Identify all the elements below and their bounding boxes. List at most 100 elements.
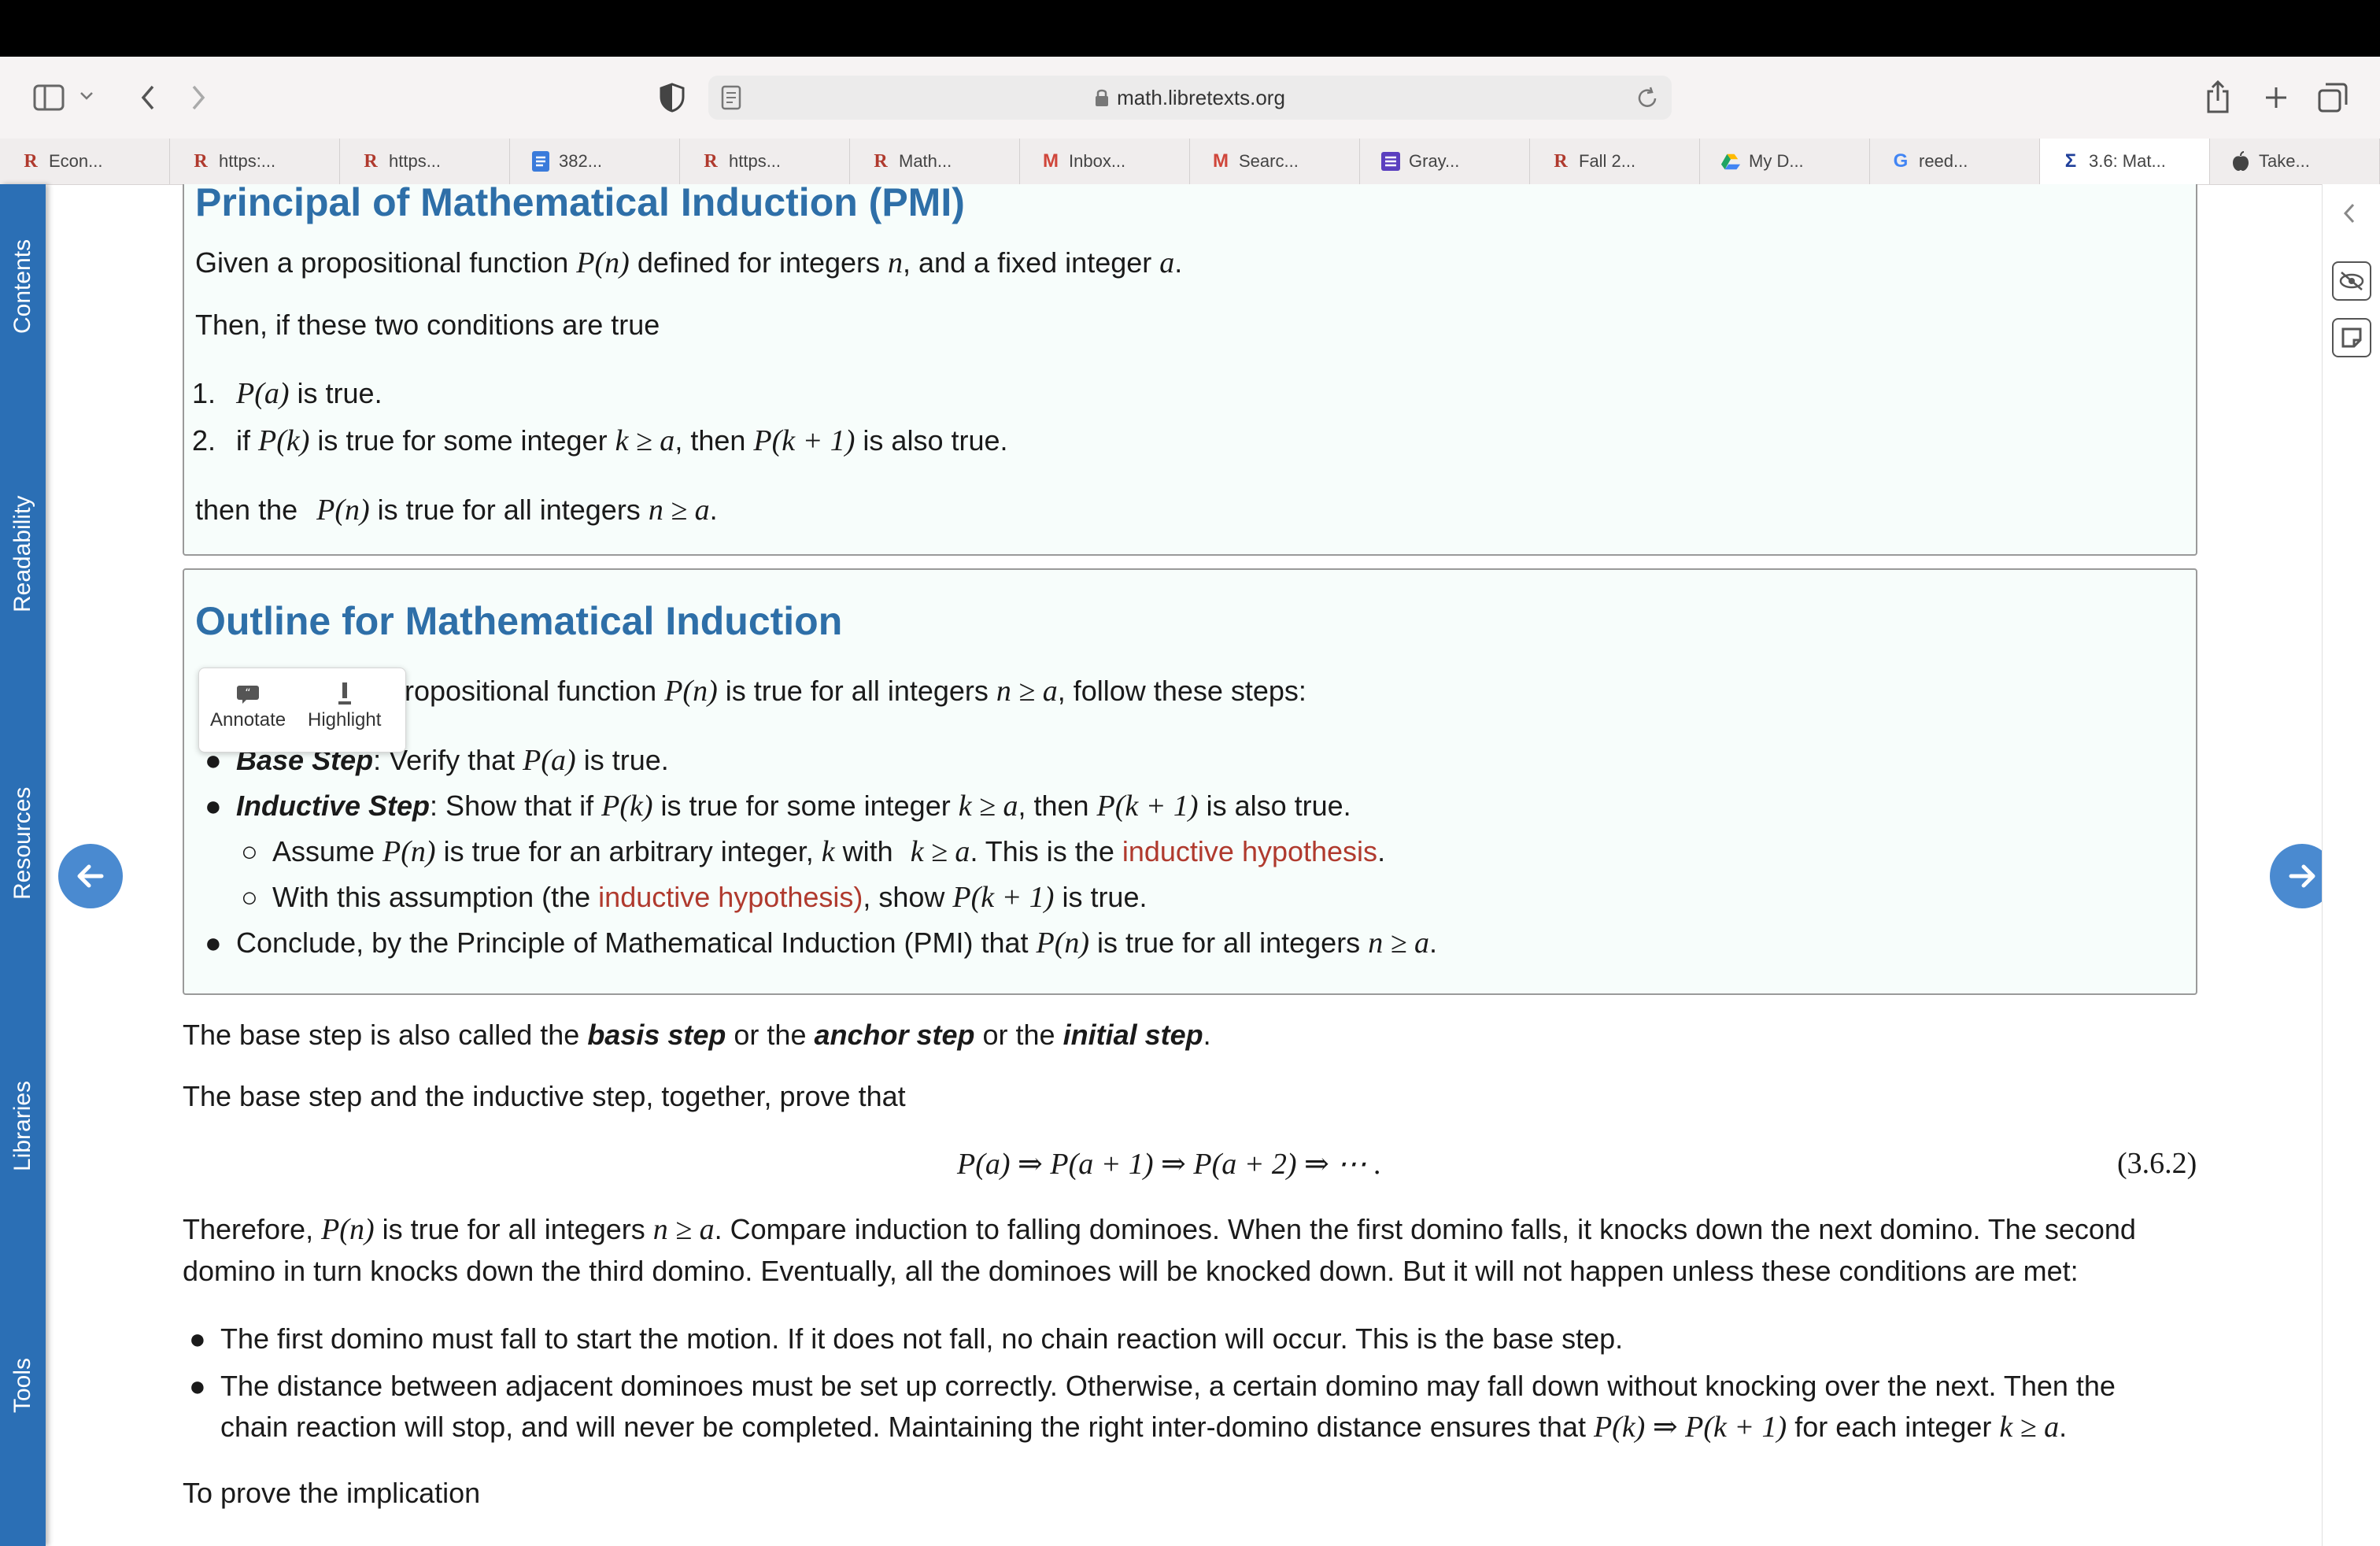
math-Pn: P(n) — [382, 835, 436, 868]
annotate-button[interactable]: “ Annotate — [210, 679, 286, 731]
inductive-hypothesis-link[interactable]: inductive hypothesis) — [598, 881, 863, 913]
favicon-icon: R — [874, 150, 888, 172]
sidebar-item-libraries[interactable]: Libraries — [0, 1047, 46, 1204]
lock-icon — [1095, 88, 1109, 107]
tab-4[interactable]: 382... — [510, 139, 680, 184]
math-Pn: P(n) — [321, 1213, 375, 1246]
tab-label: Econ... — [49, 151, 103, 171]
tab-14[interactable]: Take... — [2210, 139, 2380, 184]
dominoes-paragraph-line-1: Therefore, P(n) is true for all integers… — [183, 1212, 2136, 1247]
outline-box: Outline for Mathematical Induction ropos… — [183, 568, 2197, 995]
tab-1[interactable]: R Econ... — [0, 139, 170, 184]
bullet: ○ — [241, 881, 258, 913]
tab-2[interactable]: Rhttps:... — [170, 139, 340, 184]
tab-12[interactable]: Greed... — [1870, 139, 2040, 184]
pmi-given-line: Given a propositional function P(n) defi… — [195, 246, 1182, 280]
math-k-ge-a: k ≥ a — [910, 835, 970, 868]
tab-5[interactable]: Rhttps... — [680, 139, 850, 184]
bullet: ● — [189, 1322, 206, 1355]
highlight-label: Highlight — [308, 709, 382, 730]
tab-6[interactable]: R Math... — [850, 139, 1020, 184]
text: is also true. — [1198, 790, 1351, 822]
list-number: 1. — [192, 377, 216, 409]
hide-annotations-button[interactable] — [2332, 261, 2371, 301]
text: . — [1429, 926, 1438, 959]
bullet: ● — [189, 1370, 206, 1402]
list-icon — [1380, 151, 1401, 172]
tab-8[interactable]: M Searc... — [1190, 139, 1360, 184]
chevron-down-icon[interactable] — [77, 87, 96, 105]
tab-label: Fall 2... — [1579, 151, 1636, 171]
conclude-item: ● Conclude, by the Principle of Mathemati… — [205, 926, 1437, 960]
highlight-button[interactable]: Highlight — [308, 679, 381, 731]
collapse-chevron-icon[interactable] — [2341, 202, 2357, 229]
pmi-title: Principal of Mathematical Induction (PMI… — [195, 184, 965, 224]
sidebar-item-contents[interactable]: Contents — [0, 216, 46, 357]
shield-icon[interactable] — [655, 80, 689, 115]
text: Assume — [272, 835, 383, 867]
favicon-icon: R — [1554, 150, 1568, 172]
tab-10[interactable]: R Fall 2... — [1530, 139, 1700, 184]
tab-label: Gray... — [1409, 151, 1460, 171]
sidebar-item-readability[interactable]: Readability — [0, 475, 46, 633]
text: . — [1203, 1019, 1211, 1051]
sidebar-item-tools[interactable]: Tools — [0, 1322, 46, 1448]
text: Therefore, — [183, 1213, 322, 1245]
text: ropositional function — [405, 675, 665, 707]
prove-implication-paragraph: To prove the implication — [183, 1477, 481, 1509]
tab-9[interactable]: Gray... — [1360, 139, 1530, 184]
note-icon — [2341, 327, 2362, 348]
implication-chain-equation: P(a) ⇒ P(a + 1) ⇒ P(a + 2) ⇒ ⋯ . — [957, 1148, 1382, 1181]
text: Conclude, by the Principle of Mathematic… — [236, 926, 1037, 959]
text: . — [2059, 1411, 2068, 1443]
math-n-ge-a: n ≥ a — [1368, 926, 1430, 960]
math-k-ge-a: k ≥ a — [958, 790, 1018, 823]
favicon-icon: G — [1893, 150, 1909, 172]
bullet: ● — [205, 926, 222, 959]
previous-page-button[interactable] — [58, 844, 123, 908]
tab-13[interactable]: Σ 3.6: Mat... — [2040, 139, 2210, 184]
url-text[interactable]: math.libretexts.org — [1117, 86, 1285, 110]
favicon-icon: R — [364, 150, 378, 172]
inductive-hypothesis-link[interactable]: inductive hypothesis — [1122, 835, 1377, 867]
tab-label: https:... — [219, 151, 276, 171]
math-n-ge-a: n ≥ a — [652, 1213, 715, 1246]
forward-icon[interactable] — [183, 80, 214, 115]
new-tab-icon[interactable] — [2259, 80, 2293, 115]
equation-number: (3.6.2) — [2117, 1147, 2197, 1180]
sidebar-item-resources[interactable]: Resources — [0, 760, 46, 926]
text: . — [1174, 246, 1183, 279]
math-k-ge-a: k ≥ a — [615, 424, 675, 457]
reload-icon[interactable] — [1635, 87, 1659, 116]
browser-toolbar: math.libretexts.org — [0, 57, 2380, 139]
math-n-ge-a: n ≥ a — [996, 675, 1058, 708]
tab-overview-icon[interactable] — [2315, 80, 2350, 115]
math-k: k — [821, 835, 835, 868]
text: or the — [974, 1019, 1063, 1051]
text: is also true. — [855, 424, 1008, 457]
reader-icon[interactable] — [721, 85, 741, 116]
docs-icon — [530, 151, 551, 172]
favicon-icon: M — [1043, 150, 1059, 172]
text: then the — [195, 494, 306, 526]
tab-3[interactable]: Rhttps... — [340, 139, 510, 184]
tab-11[interactable]: My D... — [1700, 139, 1870, 184]
text: is true for some integer — [652, 790, 959, 822]
back-icon[interactable] — [132, 80, 164, 115]
text: is true for all integers — [717, 675, 996, 707]
notes-button[interactable] — [2332, 318, 2371, 357]
text: Given a propositional function — [195, 246, 577, 279]
share-icon[interactable] — [2201, 77, 2235, 117]
tab-7[interactable]: M Inbox... — [1020, 139, 1190, 184]
math-a: a — [1159, 246, 1175, 279]
text: is true for all integers — [374, 1213, 653, 1245]
text: The first domino must fall to start the … — [220, 1322, 1624, 1355]
text: or the — [726, 1019, 815, 1051]
page-content: Principal of Mathematical Induction (PMI… — [0, 184, 2380, 1546]
sidebar-toggle-icon[interactable] — [31, 80, 66, 115]
pmi-condition-1: 1. P(a) is true. — [192, 376, 382, 411]
favicon-icon: Σ — [2064, 150, 2077, 172]
favicon-icon: M — [1213, 150, 1229, 172]
text: . — [709, 494, 718, 526]
url-bar[interactable]: math.libretexts.org — [708, 76, 1672, 120]
